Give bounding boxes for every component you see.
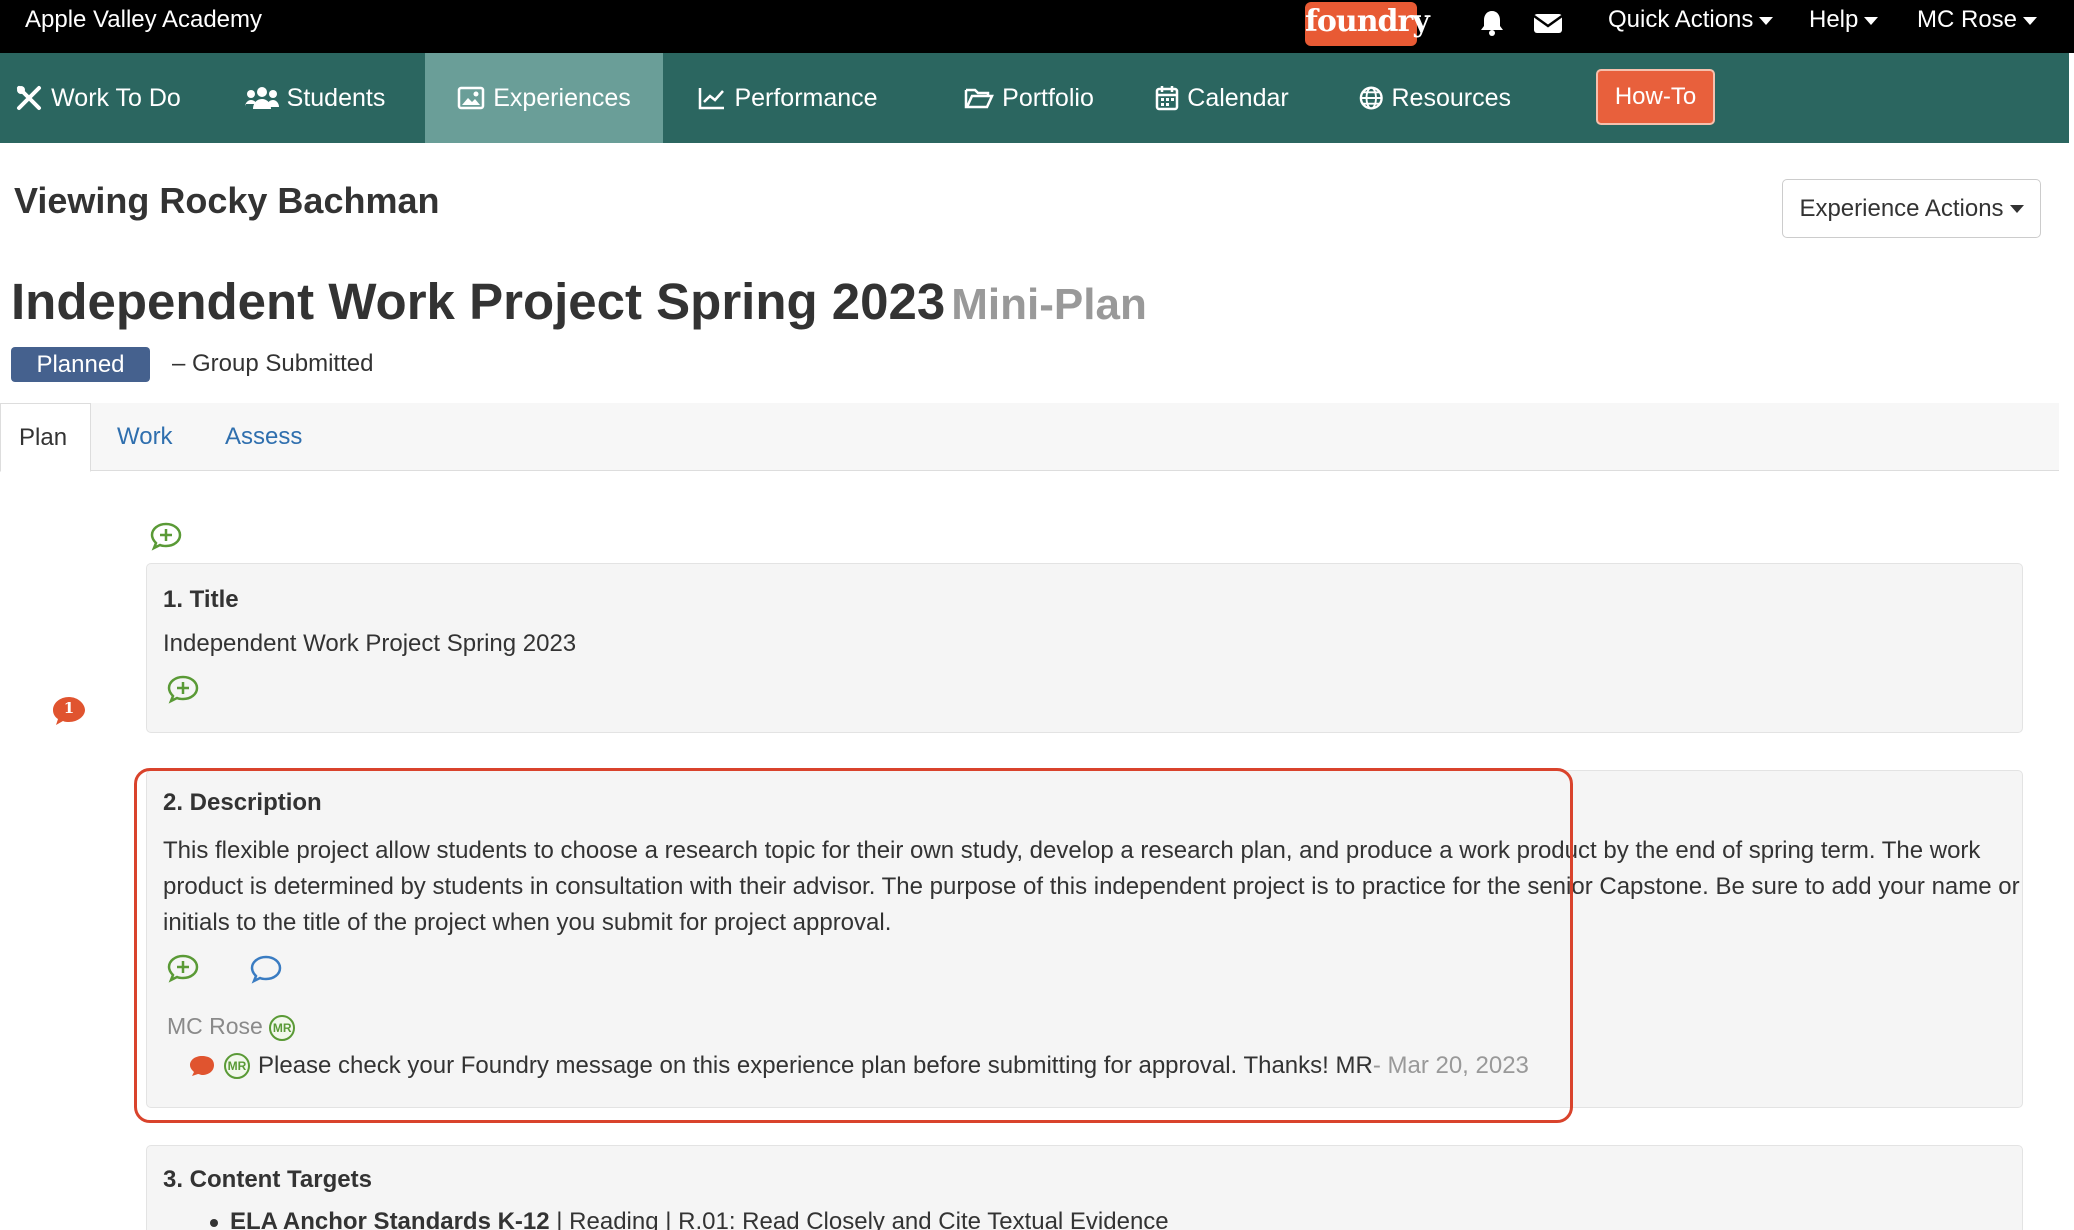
calendar-icon bbox=[1156, 86, 1179, 111]
comment-count: 1 bbox=[63, 699, 75, 717]
globe-icon bbox=[1359, 86, 1383, 110]
nav-label: Performance bbox=[734, 83, 878, 112]
title-section: 1. Title Independent Work Project Spring… bbox=[146, 563, 2023, 733]
nav-experiences[interactable]: Experiences bbox=[425, 53, 663, 143]
viewing-student-heading: Viewing Rocky Bachman bbox=[14, 180, 440, 221]
page-title: Independent Work Project Spring 2023 Mini… bbox=[11, 272, 1147, 331]
experience-title: Independent Work Project Spring 2023 bbox=[11, 273, 946, 330]
caret-down-icon bbox=[1759, 16, 1774, 25]
bullet-dot bbox=[210, 1218, 218, 1227]
highlight-box bbox=[134, 768, 1573, 1123]
line-chart-icon bbox=[699, 88, 725, 110]
section-heading: 3. Content Targets bbox=[163, 1166, 372, 1193]
content-target-item: ELA Anchor Standards K-12 | Reading | R.… bbox=[210, 1208, 1169, 1230]
standard-detail: | Reading | R.01: Read Closely and Cite … bbox=[549, 1208, 1169, 1230]
users-icon bbox=[244, 87, 279, 109]
bell-icon[interactable] bbox=[1477, 8, 1507, 38]
add-comment-icon[interactable] bbox=[166, 674, 200, 709]
status-badge: Planned bbox=[11, 347, 150, 382]
tab-assess[interactable]: Assess bbox=[225, 403, 302, 471]
help-menu[interactable]: Help bbox=[1809, 6, 1879, 34]
add-comment-icon[interactable] bbox=[149, 521, 183, 556]
envelope-icon[interactable] bbox=[1532, 8, 1563, 38]
caret-down-icon bbox=[1864, 16, 1879, 25]
tab-work[interactable]: Work bbox=[117, 403, 173, 471]
image-icon bbox=[457, 86, 485, 110]
nav-edge bbox=[2069, 53, 2074, 143]
standard-name[interactable]: ELA Anchor Standards K-12 bbox=[230, 1208, 550, 1230]
tools-icon bbox=[17, 86, 42, 110]
school-name[interactable]: Apple Valley Academy bbox=[25, 6, 262, 34]
nav-label: Experiences bbox=[493, 83, 631, 112]
experience-actions-button[interactable]: Experience Actions bbox=[1782, 179, 2041, 238]
nav-students[interactable]: Students bbox=[236, 53, 394, 143]
tab-plan[interactable]: Plan bbox=[0, 403, 91, 472]
plan-type: Mini-Plan bbox=[951, 280, 1147, 329]
nav-performance[interactable]: Performance bbox=[693, 53, 883, 143]
nav-label: Portfolio bbox=[1002, 83, 1094, 112]
comment-count-badge[interactable]: 1 bbox=[51, 695, 87, 732]
status-note: – Group Submitted bbox=[172, 350, 374, 377]
tab-bar: Plan Work Assess bbox=[0, 403, 2059, 472]
caret-down-icon bbox=[2009, 204, 2024, 213]
nav-label: Work To Do bbox=[51, 83, 181, 112]
section-heading: 1. Title bbox=[163, 586, 239, 613]
nav-portfolio[interactable]: Portfolio bbox=[942, 53, 1116, 143]
nav-work-to-do[interactable]: Work To Do bbox=[0, 53, 196, 143]
caret-down-icon bbox=[2023, 16, 2038, 25]
foundry-logo[interactable]: foundry bbox=[1305, 2, 1430, 46]
nav-label: Students bbox=[286, 83, 386, 112]
nav-calendar[interactable]: Calendar bbox=[1153, 53, 1291, 143]
how-to-button[interactable]: How-To bbox=[1596, 69, 1715, 125]
folder-open-icon bbox=[964, 88, 995, 109]
nav-label: Resources bbox=[1391, 83, 1512, 112]
user-menu[interactable]: MC Rose bbox=[1917, 6, 2038, 34]
top-bar: Apple Valley Academy foundry Quick Actio… bbox=[0, 0, 2074, 53]
nav-resources[interactable]: Resources bbox=[1359, 53, 1511, 143]
nav-label: Calendar bbox=[1187, 83, 1289, 112]
quick-actions-menu[interactable]: Quick Actions bbox=[1608, 6, 1774, 34]
main-nav: Work To Do Students Experiences Performa… bbox=[0, 53, 2074, 143]
section-text: Independent Work Project Spring 2023 bbox=[163, 630, 577, 657]
